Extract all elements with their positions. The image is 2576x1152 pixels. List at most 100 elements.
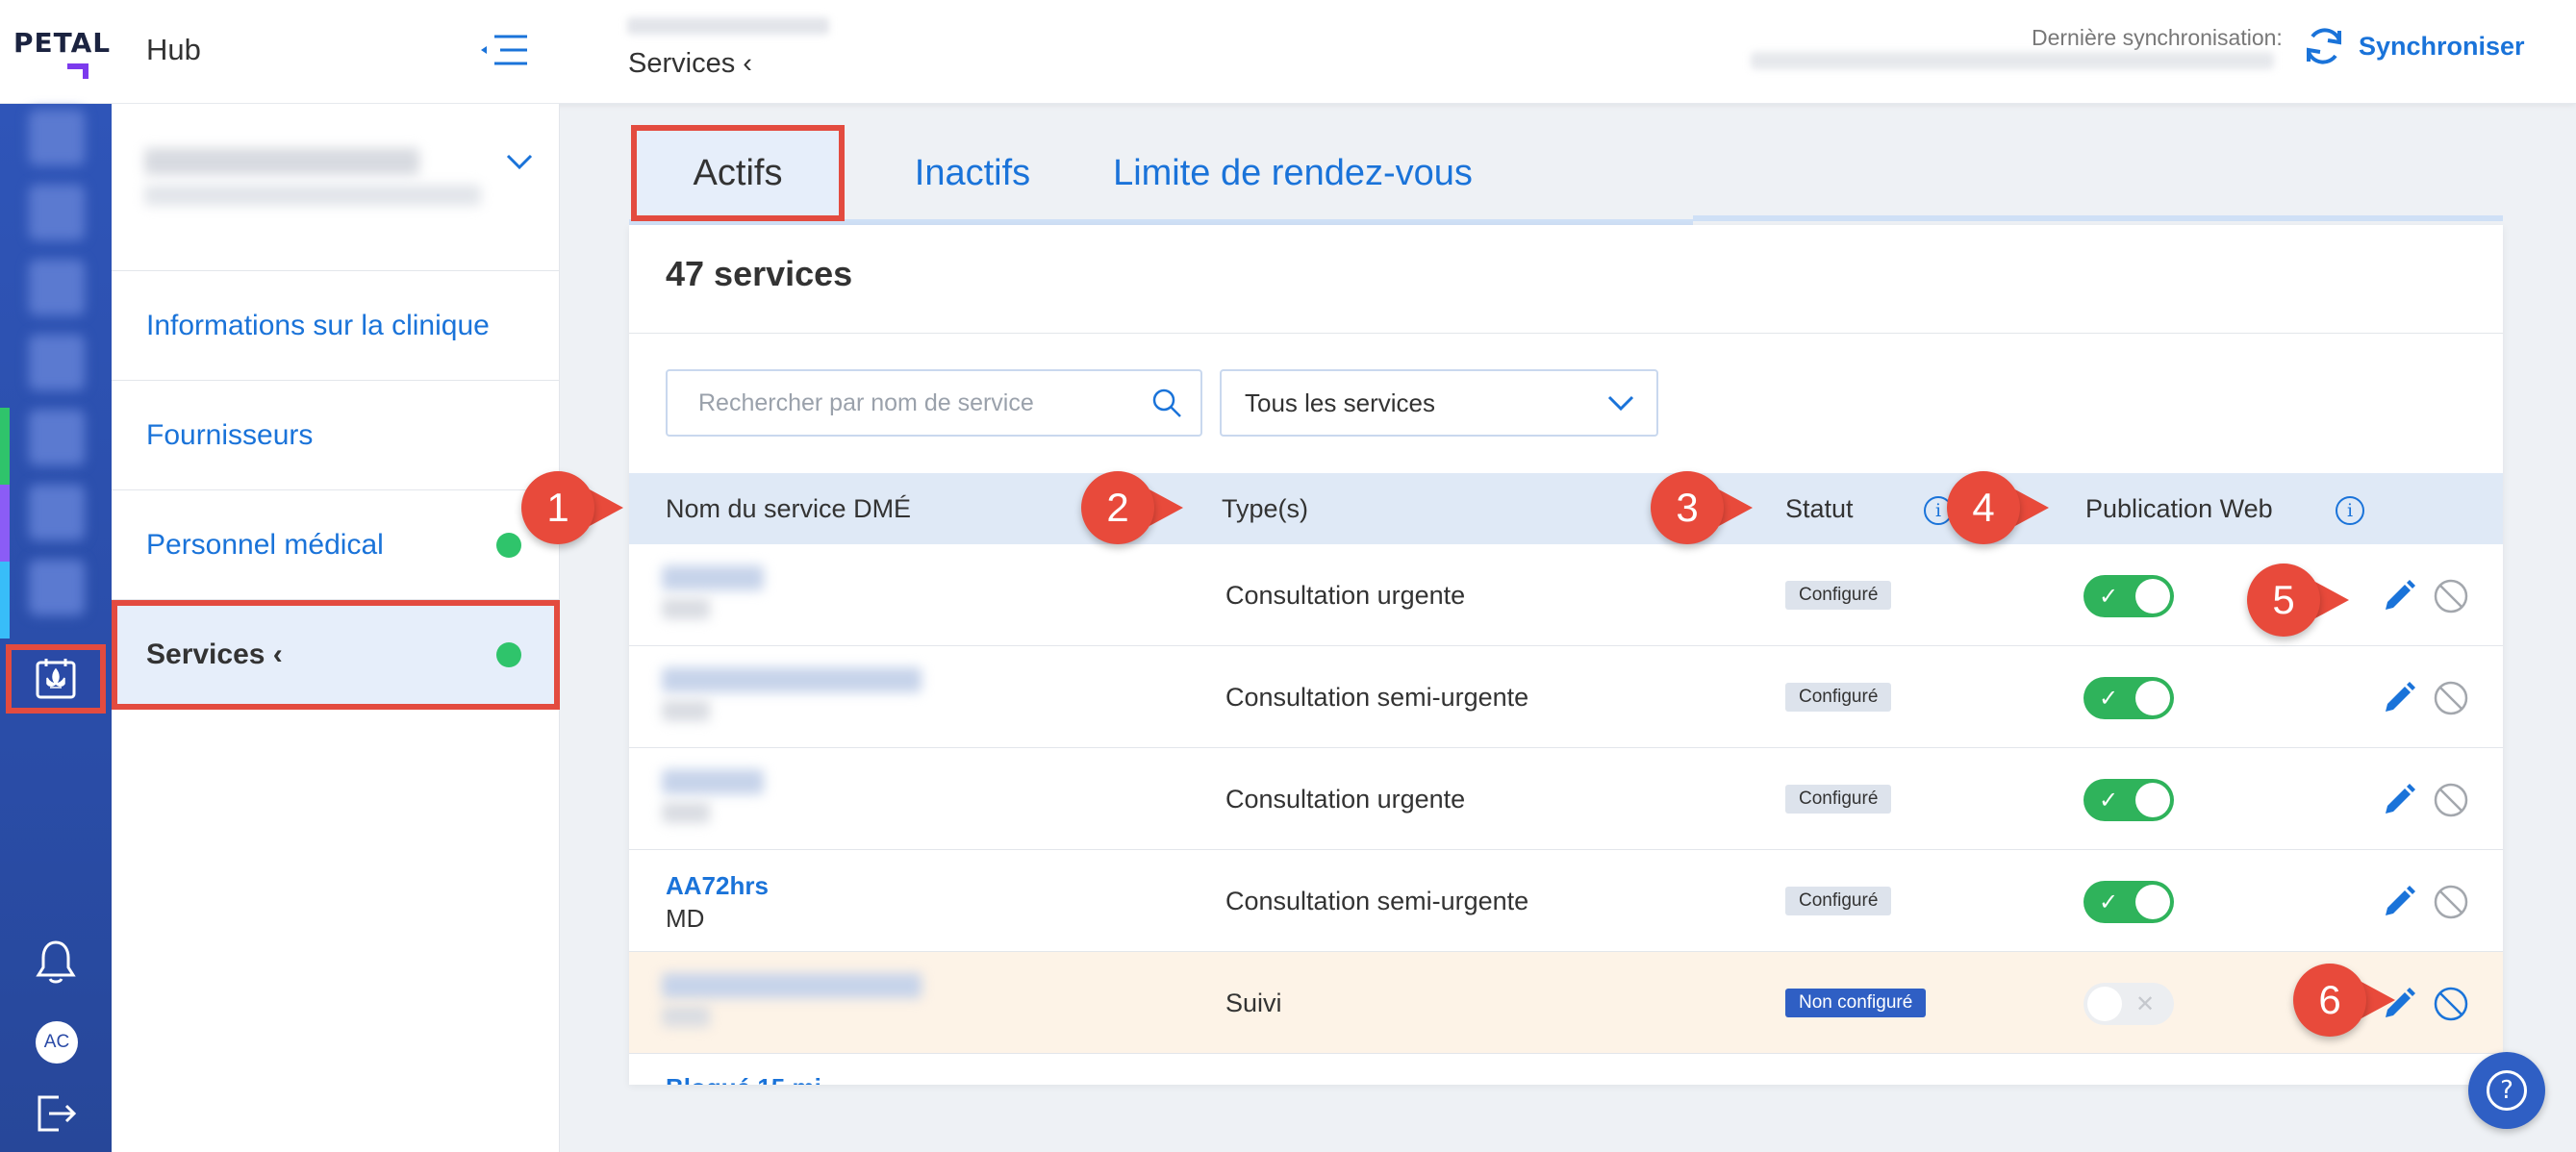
- rail-item-redacted[interactable]: [29, 260, 85, 315]
- callout-number: 6: [2293, 964, 2366, 1037]
- petal-logo[interactable]: PETAL: [13, 27, 110, 79]
- sidebar-item-medical-staff[interactable]: Personnel médical: [112, 490, 560, 600]
- hub-label: Hub: [146, 33, 201, 66]
- disable-icon[interactable]: [2432, 577, 2470, 615]
- sidebar-item-services[interactable]: Services ‹: [112, 600, 560, 710]
- services-tabs: Actifs Inactifs Limite de rendez-vous: [629, 125, 2503, 225]
- service-name-redacted[interactable]: [662, 667, 922, 692]
- service-sub-redacted: [662, 598, 710, 619]
- callout-number: 4: [1947, 471, 2020, 544]
- tab-underline: [1693, 215, 2503, 221]
- column-header-status[interactable]: Statut: [1785, 494, 1854, 524]
- rail-item-redacted[interactable]: [29, 185, 85, 240]
- x-icon: ✕: [2135, 990, 2156, 1017]
- callout-number: 5: [2247, 563, 2320, 637]
- disable-icon[interactable]: [2432, 883, 2470, 921]
- service-type: Consultation urgente: [1225, 785, 1466, 814]
- table-row[interactable]: Consultation urgente Configuré ✓: [629, 748, 2503, 850]
- logout-icon[interactable]: [29, 1087, 83, 1140]
- status-badge: Configuré: [1785, 887, 1892, 915]
- services-card: 47 services Rechercher par nom de servic…: [629, 225, 2503, 1085]
- search-icon[interactable]: [1150, 387, 1183, 419]
- edit-pencil-icon[interactable]: [2380, 577, 2418, 615]
- service-type: Consultation urgente: [1225, 581, 1466, 610]
- tab-appointment-limit[interactable]: Limite de rendez-vous: [1100, 125, 1485, 221]
- service-name-link[interactable]: Bloqué 15 mi...: [666, 1073, 843, 1085]
- service-type-select[interactable]: Tous les services: [1220, 369, 1658, 437]
- clinic-address-redacted: [144, 185, 481, 206]
- rail-item-redacted[interactable]: [29, 410, 85, 465]
- service-name-link[interactable]: AA72hrs: [666, 871, 769, 901]
- edit-pencil-icon[interactable]: [2380, 883, 2418, 921]
- help-button[interactable]: ?: [2468, 1052, 2545, 1129]
- search-input[interactable]: Rechercher par nom de service: [666, 369, 1202, 437]
- chevron-down-icon[interactable]: [504, 152, 535, 171]
- column-header-web-publication[interactable]: Publication Web: [2085, 494, 2273, 524]
- info-icon[interactable]: i: [2336, 496, 2364, 525]
- toggle-knob: [2135, 681, 2170, 715]
- sync-time-redacted: [1751, 52, 2274, 69]
- rail-item-services[interactable]: [6, 644, 106, 714]
- sync-label: Dernière synchronisation:: [2032, 25, 2283, 50]
- sidebar-item-providers[interactable]: Fournisseurs: [112, 381, 560, 490]
- services-count: 47 services: [666, 254, 853, 293]
- sync-button[interactable]: Synchroniser: [2301, 23, 2525, 69]
- service-provider: MD: [666, 904, 705, 933]
- rail-item-redacted[interactable]: [29, 335, 85, 390]
- edit-pencil-icon[interactable]: [2380, 781, 2418, 819]
- table-row[interactable]: Suivi Non configuré ✕: [629, 952, 2503, 1054]
- collapse-menu-icon[interactable]: [477, 29, 531, 71]
- sidebar-item-label: Personnel médical: [146, 528, 384, 561]
- service-name-redacted[interactable]: [662, 565, 764, 590]
- sidebar-item-label: Informations sur la clinique: [146, 309, 490, 341]
- calendar-fleur-icon: [36, 659, 76, 699]
- table-row[interactable]: Consultation urgente Configuré ✓: [629, 544, 2503, 646]
- check-icon: ✓: [2099, 787, 2119, 814]
- table-row[interactable]: Consultation semi-urgente Configuré ✓: [629, 646, 2503, 748]
- column-header-types[interactable]: Type(s): [1222, 494, 1308, 524]
- rail-item-redacted[interactable]: [29, 485, 85, 540]
- rail-item-redacted[interactable]: [29, 110, 85, 165]
- rail-accent-blue: [0, 562, 10, 639]
- status-badge: Configuré: [1785, 581, 1892, 610]
- disable-icon[interactable]: [2432, 679, 2470, 717]
- column-header-name[interactable]: Nom du service DMÉ: [666, 494, 911, 524]
- service-sub-redacted: [662, 700, 710, 721]
- status-dot: [496, 641, 521, 667]
- top-header: PETAL Hub Services ‹ Dernière synchronis…: [0, 0, 2576, 104]
- service-sub-redacted: [662, 1006, 710, 1027]
- sidebar-item-clinic-info[interactable]: Informations sur la clinique: [112, 271, 560, 381]
- service-type: Consultation semi-urgente: [1225, 683, 1529, 712]
- callout-number: 1: [521, 471, 594, 544]
- bell-icon[interactable]: [29, 935, 83, 989]
- edit-pencil-icon[interactable]: [2380, 679, 2418, 717]
- status-badge: Non configuré: [1785, 989, 1927, 1017]
- rail-item-redacted[interactable]: [29, 560, 85, 615]
- service-sub-redacted: [662, 802, 710, 823]
- web-publish-toggle[interactable]: ✕: [2084, 983, 2174, 1025]
- app-rail: AC: [0, 104, 112, 1152]
- web-publish-toggle[interactable]: ✓: [2084, 575, 2174, 617]
- avatar[interactable]: AC: [36, 1021, 78, 1064]
- tab-actifs[interactable]: Actifs: [631, 125, 845, 221]
- chevron-down-icon: [1607, 395, 1634, 412]
- web-publish-toggle[interactable]: ✓: [2084, 677, 2174, 719]
- select-value: Tous les services: [1245, 388, 1435, 417]
- question-icon: ?: [2487, 1070, 2527, 1111]
- service-name-redacted[interactable]: [662, 769, 764, 794]
- disable-icon[interactable]: [2432, 781, 2470, 819]
- clinic-selector[interactable]: [112, 104, 560, 271]
- tab-inactifs[interactable]: Inactifs: [870, 125, 1075, 221]
- sidebar-item-label: Services ‹: [146, 638, 283, 670]
- sync-button-label: Synchroniser: [2359, 31, 2525, 61]
- service-name-redacted[interactable]: [662, 973, 922, 998]
- clinic-name-redacted: [144, 148, 419, 175]
- table-row[interactable]: AA72hrs MD Consultation semi-urgente Con…: [629, 850, 2503, 952]
- check-icon: ✓: [2099, 583, 2119, 610]
- sync-icon: [2307, 28, 2341, 64]
- search-placeholder: Rechercher par nom de service: [698, 388, 1034, 416]
- web-publish-toggle[interactable]: ✓: [2084, 881, 2174, 923]
- page-title: Services ‹: [628, 48, 752, 79]
- disable-icon[interactable]: [2432, 985, 2470, 1023]
- web-publish-toggle[interactable]: ✓: [2084, 779, 2174, 821]
